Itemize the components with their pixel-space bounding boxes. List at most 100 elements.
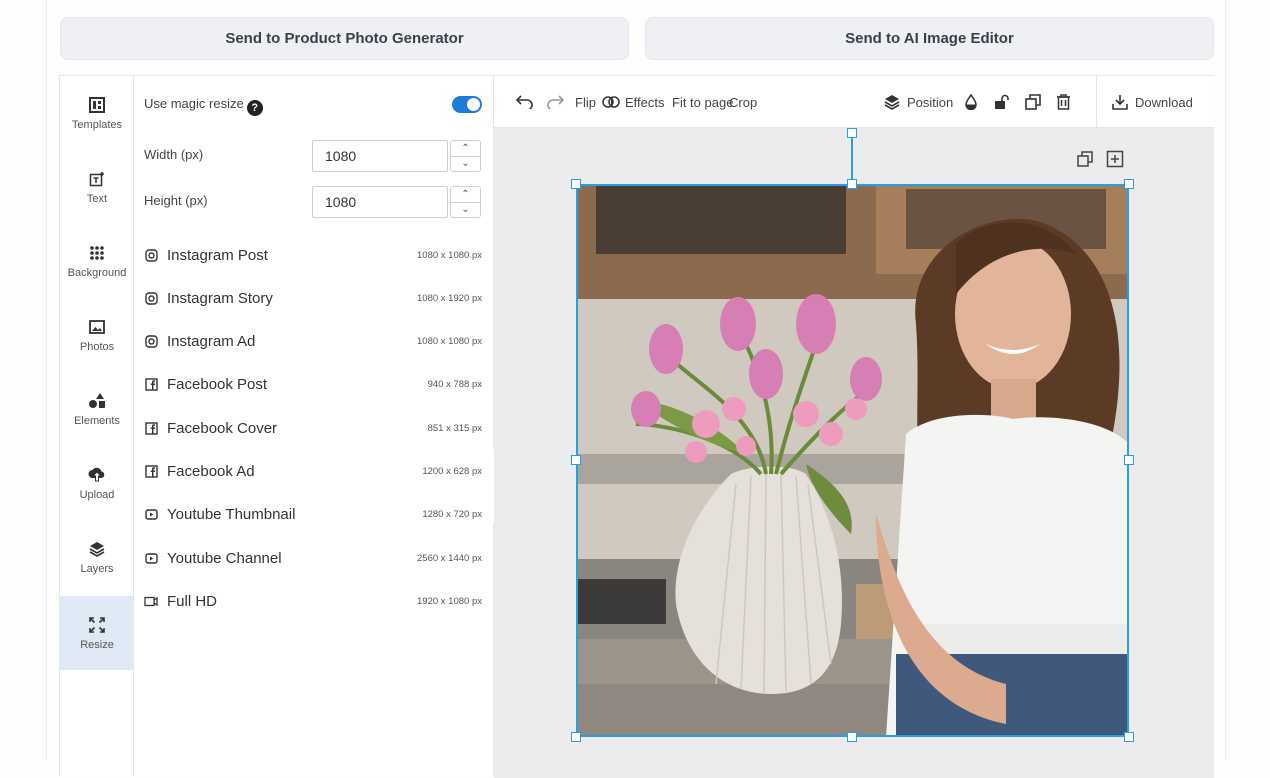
sidebar-item-text[interactable]: Text xyxy=(60,150,134,224)
sidebar-item-layers[interactable]: Layers xyxy=(60,520,134,594)
chevron-down-icon[interactable]: ⌄ xyxy=(451,201,480,218)
preset-name: Instagram Story xyxy=(167,289,273,307)
layers-icon xyxy=(884,95,900,110)
flip-button[interactable]: Flip xyxy=(575,76,596,128)
canvas-toolbar: Flip Effects Fit to page Crop Position D… xyxy=(494,76,1214,128)
preset-instagram-post[interactable]: Instagram Post 1080 x 1080 px xyxy=(144,241,482,269)
preset-full-hd[interactable]: Full HD 1920 x 1080 px xyxy=(144,587,482,615)
resize-panel: Use magic resize? Width (px) ⌃ ⌄ Height … xyxy=(134,76,494,776)
resize-handle-top-left[interactable] xyxy=(571,179,581,189)
height-input[interactable] xyxy=(312,186,448,218)
undo-button[interactable] xyxy=(516,76,534,128)
effects-icon xyxy=(602,96,620,108)
undo-icon xyxy=(516,95,533,109)
elements-icon xyxy=(87,391,107,411)
sidebar-item-label: Background xyxy=(67,267,127,279)
facebook-icon xyxy=(144,421,158,435)
resize-handle-top[interactable] xyxy=(847,179,857,189)
duplicate-page-icon[interactable] xyxy=(1076,150,1094,168)
preset-size: 1080 x 1080 px xyxy=(417,336,482,348)
selection-box xyxy=(576,184,1129,737)
transparency-button[interactable] xyxy=(964,76,978,128)
duplicate-button[interactable] xyxy=(1025,76,1041,128)
resize-handle-top-right[interactable] xyxy=(1124,179,1134,189)
resize-handle-bottom-right[interactable] xyxy=(1124,732,1134,742)
help-icon[interactable]: ? xyxy=(246,100,263,116)
sidebar-item-templates[interactable]: Templates xyxy=(60,76,134,150)
sidebar-item-elements[interactable]: Elements xyxy=(60,372,134,446)
video-camera-icon xyxy=(144,594,158,608)
templates-icon xyxy=(87,95,107,115)
preset-instagram-story[interactable]: Instagram Story 1080 x 1920 px xyxy=(144,284,482,312)
trash-icon xyxy=(1057,94,1070,110)
position-label: Position xyxy=(907,94,954,110)
facebook-icon xyxy=(144,378,158,392)
chevron-down-icon[interactable]: ⌄ xyxy=(451,155,480,172)
preset-facebook-post[interactable]: Facebook Post 940 x 788 px xyxy=(144,371,482,399)
preset-facebook-cover[interactable]: Facebook Cover 851 x 315 px xyxy=(144,414,482,442)
preset-size: 940 x 788 px xyxy=(427,379,482,391)
unlock-icon xyxy=(995,94,1009,109)
crop-button[interactable]: Crop xyxy=(729,76,757,128)
sidebar-item-label: Resize xyxy=(80,639,114,651)
preset-name: Full HD xyxy=(167,592,218,610)
height-stepper[interactable]: ⌃ ⌄ xyxy=(450,186,481,218)
canvas-area[interactable] xyxy=(494,128,1214,778)
preset-size: 1280 x 720 px xyxy=(422,509,482,521)
redo-icon xyxy=(547,95,564,109)
preset-name: Youtube Thumbnail xyxy=(167,506,296,524)
preset-name: Facebook Post xyxy=(167,376,268,394)
width-stepper[interactable]: ⌃ ⌄ xyxy=(450,140,481,172)
resize-handle-left[interactable] xyxy=(571,455,581,465)
preset-name: Facebook Ad xyxy=(167,463,255,480)
sidebar-item-photos[interactable]: Photos xyxy=(60,298,134,372)
duplicate-icon xyxy=(1025,94,1041,110)
resize-handle-bottom-left[interactable] xyxy=(571,732,581,742)
preset-size: 1920 x 1080 px xyxy=(417,595,482,607)
effects-button[interactable]: Effects xyxy=(602,76,665,128)
preset-name: Youtube Channel xyxy=(167,549,282,567)
magic-resize-row: Use magic resize? xyxy=(144,96,263,116)
chevron-up-icon[interactable]: ⌃ xyxy=(451,187,480,202)
instagram-icon xyxy=(144,335,158,349)
sidebar-item-label: Upload xyxy=(79,489,115,501)
send-to-product-photo-generator-button[interactable]: Send to Product Photo Generator xyxy=(60,17,629,60)
add-page-icon[interactable] xyxy=(1106,150,1124,168)
preset-facebook-ad[interactable]: Facebook Ad 1200 x 628 px xyxy=(144,458,482,486)
preset-youtube-channel[interactable]: Youtube Channel 2560 x 1440 px xyxy=(144,544,482,572)
youtube-icon xyxy=(144,551,158,565)
preset-youtube-thumbnail[interactable]: Youtube Thumbnail 1280 x 720 px xyxy=(144,501,482,529)
rotation-handle-line xyxy=(851,133,853,184)
position-button[interactable]: Position xyxy=(884,76,953,128)
height-label: Height (px) xyxy=(144,193,208,208)
magic-resize-toggle[interactable] xyxy=(452,96,482,113)
resize-handle-right[interactable] xyxy=(1124,455,1134,465)
preset-name: Instagram Post xyxy=(167,246,268,264)
layers-icon xyxy=(87,539,107,559)
chevron-up-icon[interactable]: ⌃ xyxy=(451,141,480,156)
resize-handle-bottom[interactable] xyxy=(847,732,857,742)
download-icon xyxy=(1112,95,1128,110)
background-icon xyxy=(87,243,107,263)
fit-to-page-button[interactable]: Fit to page xyxy=(672,76,733,128)
lock-button[interactable] xyxy=(994,76,1010,128)
download-label: Download xyxy=(1135,94,1193,110)
toolbar-divider xyxy=(1096,76,1097,128)
sidebar-item-resize[interactable]: Resize xyxy=(60,596,134,670)
youtube-icon xyxy=(144,508,158,522)
width-input[interactable] xyxy=(312,140,448,172)
preset-size: 2560 x 1440 px xyxy=(417,552,482,564)
preset-instagram-ad[interactable]: Instagram Ad 1080 x 1080 px xyxy=(144,328,482,356)
preset-size: 1080 x 1920 px xyxy=(417,292,482,304)
download-button[interactable]: Download xyxy=(1112,76,1193,128)
sidebar-item-upload[interactable]: Upload xyxy=(60,446,134,520)
send-to-ai-image-editor-button[interactable]: Send to AI Image Editor xyxy=(645,17,1214,60)
text-icon xyxy=(87,169,107,189)
rotate-handle[interactable] xyxy=(847,128,857,138)
sidebar-item-background[interactable]: Background xyxy=(60,224,134,298)
redo-button[interactable] xyxy=(546,76,564,128)
editor: Templates Text Background Photos Element… xyxy=(59,75,1214,778)
opacity-drop-icon xyxy=(965,94,977,110)
sidebar: Templates Text Background Photos Element… xyxy=(60,76,134,776)
delete-button[interactable] xyxy=(1056,76,1071,128)
